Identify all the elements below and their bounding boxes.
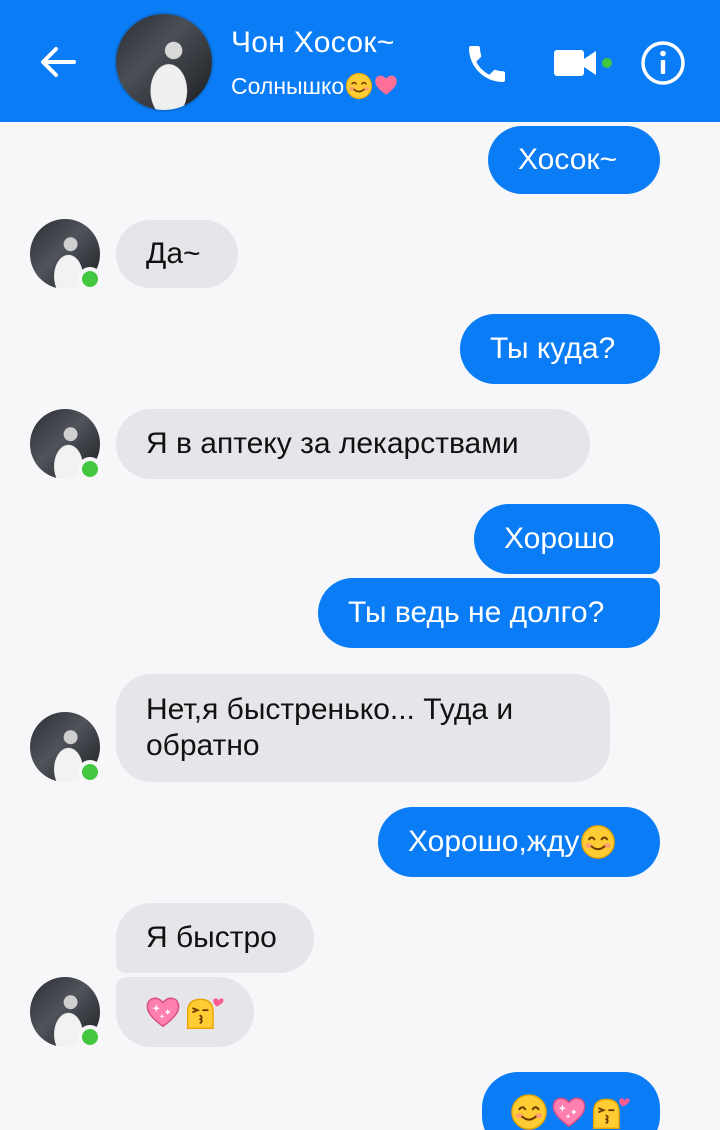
heart-icon [375, 75, 397, 95]
back-button[interactable] [36, 40, 80, 84]
emoji-row [510, 1093, 630, 1130]
contact-status: Солнышко [231, 72, 399, 100]
info-button[interactable] [638, 38, 688, 88]
message-text: Хосок~ [518, 143, 618, 176]
message-text: Нет,я быстренько... Туда и обратно [146, 693, 514, 762]
kissing-face-icon [184, 993, 224, 1031]
sender-avatar[interactable] [30, 219, 102, 291]
message-text: Ты куда? [490, 332, 616, 365]
message-text: Ты ведь не долго? [348, 596, 605, 629]
message-text: Хорошо,жду [408, 825, 580, 858]
smiling-face-icon [580, 824, 616, 860]
message-incoming[interactable]: Нет,я быстренько... Туда и обратно [116, 674, 610, 782]
chat-header: Чон Хосок~ Солнышко [0, 0, 720, 122]
message-outgoing-emoji[interactable] [482, 1072, 660, 1130]
online-indicator [78, 457, 102, 481]
message-text: Я в аптеку за лекарствами [146, 427, 519, 460]
message-text: Хорошо [504, 522, 615, 555]
info-icon [641, 41, 685, 85]
message-incoming[interactable]: Я в аптеку за лекарствами [116, 409, 590, 479]
smiling-face-icon [345, 72, 373, 100]
message-outgoing[interactable]: Ты куда? [460, 314, 660, 384]
online-indicator [78, 760, 102, 784]
sparkling-heart-icon [144, 993, 182, 1031]
call-button[interactable] [462, 40, 512, 88]
kissing-face-icon [590, 1093, 630, 1130]
smiling-face-icon [510, 1093, 548, 1130]
message-text: Да~ [146, 237, 201, 270]
message-outgoing[interactable]: Хосок~ [488, 126, 660, 194]
message-incoming-emoji[interactable] [116, 977, 254, 1047]
phone-icon [469, 46, 505, 82]
sender-avatar[interactable] [30, 977, 102, 1049]
arrow-left-icon [41, 47, 76, 77]
message-outgoing[interactable]: Хорошо [474, 504, 660, 574]
message-incoming[interactable]: Да~ [116, 220, 238, 288]
message-text: Я быстро [146, 921, 277, 954]
contact-status-text: Солнышко [231, 72, 345, 99]
contact-avatar[interactable] [114, 12, 214, 112]
sparkling-heart-icon [550, 1093, 588, 1130]
message-outgoing[interactable]: Хорошо,жду [378, 807, 660, 877]
sender-avatar[interactable] [30, 409, 102, 481]
sender-avatar[interactable] [30, 712, 102, 784]
video-camera-icon [554, 50, 612, 76]
emoji-row [144, 993, 224, 1031]
online-indicator [78, 267, 102, 291]
message-outgoing[interactable]: Ты ведь не долго? [318, 578, 660, 648]
message-incoming[interactable]: Я быстро [116, 903, 314, 973]
video-call-button[interactable] [552, 46, 614, 80]
online-indicator [78, 1025, 102, 1049]
contact-name[interactable]: Чон Хосок~ [231, 26, 395, 60]
